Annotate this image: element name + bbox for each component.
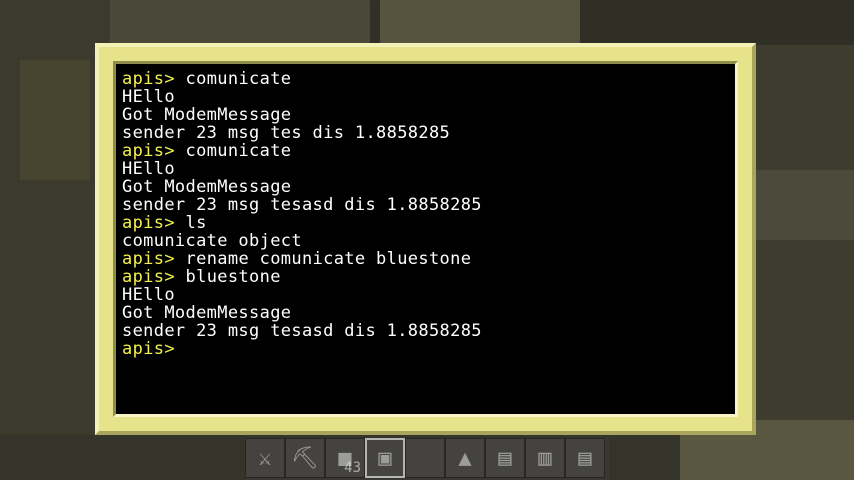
hotbar-slot-9[interactable]: ▤	[565, 438, 605, 478]
terminal-line: Got ModemMessage	[122, 106, 735, 124]
shell-prompt: apis>	[122, 141, 175, 161]
terminal-line: apis> ls	[122, 214, 735, 232]
line-text: rename comunicate bluestone	[174, 249, 472, 269]
line-text: HEllo	[122, 87, 175, 107]
hotbar-slot-1[interactable]: ⚔	[245, 438, 285, 478]
hotbar-slot-3[interactable]: ■ 43	[325, 438, 365, 478]
disk-drive-icon: ▥	[538, 445, 552, 471]
terminal-line: Got ModemMessage	[122, 178, 735, 196]
line-text: sender 23 msg tes dis 1.8858285	[122, 123, 451, 143]
hotbar-slot-8[interactable]: ▥	[525, 438, 565, 478]
line-text: ls	[174, 213, 207, 233]
sword-icon: ⚔	[258, 445, 272, 471]
terminal-line: apis> rename comunicate bluestone	[122, 250, 735, 268]
line-text: sender 23 msg tesasd dis 1.8858285	[122, 321, 482, 341]
terminal-line: sender 23 msg tes dis 1.8858285	[122, 124, 735, 142]
computer-icon: ▣	[378, 445, 392, 471]
line-text: comunicate	[174, 141, 292, 161]
line-text: HEllo	[122, 159, 175, 179]
line-text: sender 23 msg tesasd dis 1.8858285	[122, 195, 482, 215]
line-text: HEllo	[122, 285, 175, 305]
world-block	[20, 60, 90, 180]
hotbar-slot-5[interactable]	[405, 438, 445, 478]
modem-icon: ▲	[458, 445, 472, 471]
line-text: Got ModemMessage	[122, 177, 292, 197]
chest-icon: ▤	[578, 445, 592, 471]
pickaxe-icon: ⛏	[291, 445, 319, 471]
shell-prompt: apis>	[122, 267, 175, 287]
terminal-line: apis> comunicate	[122, 142, 735, 160]
terminal-input-line[interactable]: apis>	[122, 340, 735, 358]
hotbar-slot-2[interactable]: ⛏	[285, 438, 325, 478]
line-text: comunicate	[174, 69, 292, 89]
game-scene: apis> comunicate HEllo Got ModemMessage …	[0, 0, 854, 480]
terminal-line: HEllo	[122, 286, 735, 304]
terminal-line: HEllo	[122, 160, 735, 178]
computer-monitor-frame: apis> comunicate HEllo Got ModemMessage …	[95, 43, 756, 435]
terminal-line: apis> comunicate	[122, 70, 735, 88]
world-block	[110, 0, 370, 45]
line-text: Got ModemMessage	[122, 303, 292, 323]
terminal-line: HEllo	[122, 88, 735, 106]
terminal-screen[interactable]: apis> comunicate HEllo Got ModemMessage …	[113, 61, 738, 417]
item-count: 43	[344, 460, 361, 476]
shell-prompt: apis>	[122, 213, 175, 233]
terminal-line: sender 23 msg tesasd dis 1.8858285	[122, 322, 735, 340]
line-text: Got ModemMessage	[122, 105, 292, 125]
world-block	[756, 170, 854, 240]
world-block	[380, 0, 580, 45]
hotbar-slot-7[interactable]: ▤	[485, 438, 525, 478]
terminal-line: sender 23 msg tesasd dis 1.8858285	[122, 196, 735, 214]
terminal-line: Got ModemMessage	[122, 304, 735, 322]
terminal-line: comunicate object	[122, 232, 735, 250]
world-block	[580, 0, 854, 45]
shell-prompt: apis>	[122, 249, 175, 269]
hotbar-slot-6[interactable]: ▲	[445, 438, 485, 478]
hotbar: ⚔ ⛏ ■ 43 ▣ ▲ ▤ ▥ ▤	[245, 438, 609, 480]
shell-prompt: apis>	[122, 339, 175, 359]
world-block	[756, 45, 854, 480]
terminal-line: apis> bluestone	[122, 268, 735, 286]
line-text: comunicate object	[122, 231, 302, 251]
hotbar-slot-4[interactable]: ▣	[365, 438, 405, 478]
line-text: bluestone	[174, 267, 281, 287]
shell-prompt: apis>	[122, 69, 175, 89]
chest-icon: ▤	[498, 445, 512, 471]
